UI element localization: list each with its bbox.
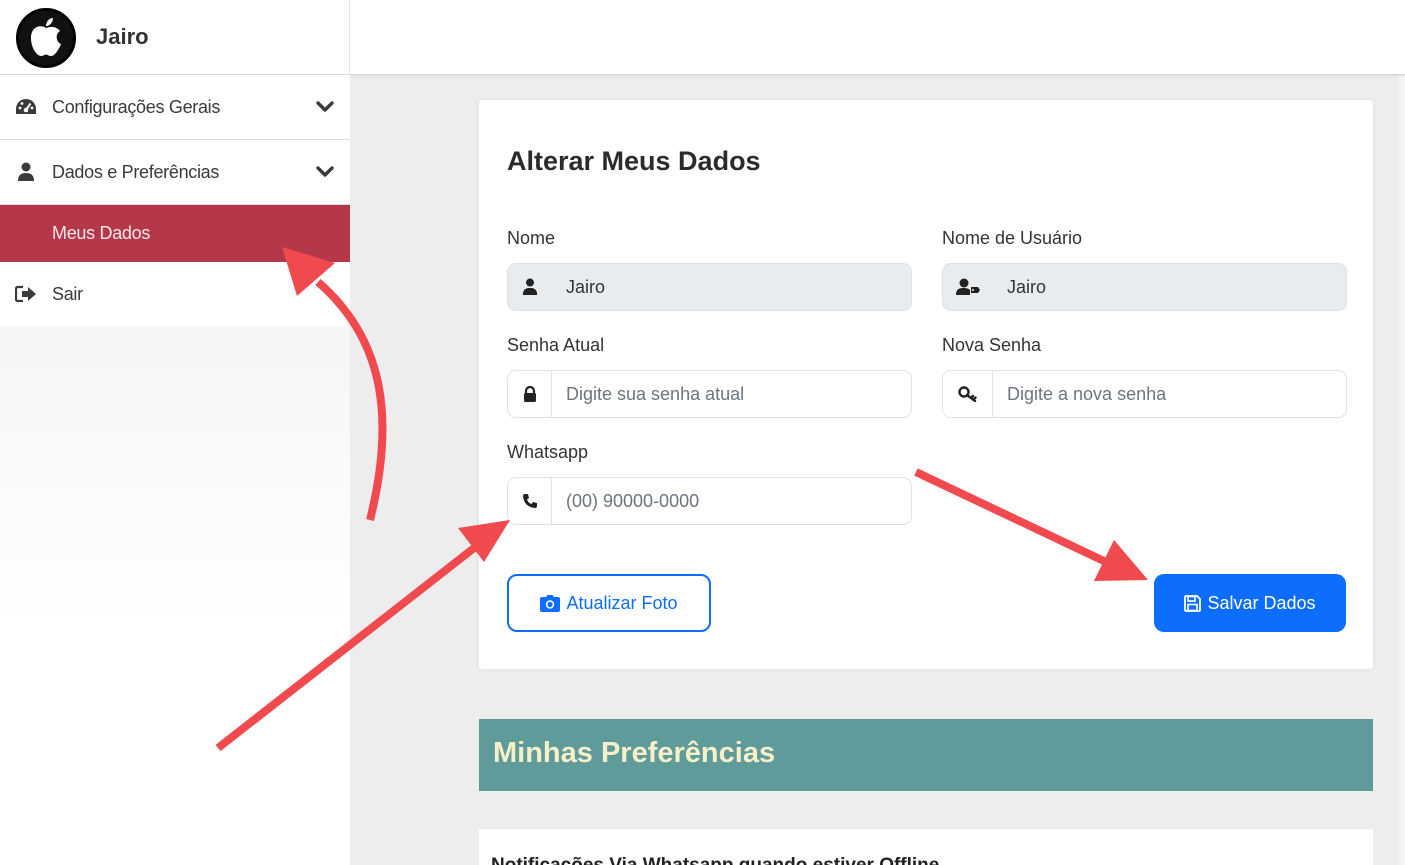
nova-senha-label: Nova Senha: [942, 335, 1042, 355]
preferencia-item-whatsapp-offline: Notificações Via Whatsapp quando estiver…: [491, 855, 939, 865]
scrollbar-track[interactable]: [1398, 76, 1405, 865]
nova-senha-input[interactable]: [993, 371, 1346, 417]
sidebar-item-label: Sair: [52, 283, 83, 304]
user-name: Jairo: [96, 24, 149, 49]
sidebar-item-configuracoes-gerais[interactable]: Configurações Gerais: [0, 75, 350, 140]
card-title: Alterar Meus Dados: [507, 146, 761, 176]
sidebar: Configurações Gerais Dados e Preferência…: [0, 75, 350, 865]
top-bar: Jairo: [0, 0, 1405, 75]
senha-atual-field: [507, 370, 912, 418]
whatsapp-field: [507, 477, 912, 525]
sidebar-item-label: Dados e Preferências: [52, 161, 220, 182]
whatsapp-label: Whatsapp: [507, 442, 589, 462]
sign-out-icon: [14, 284, 38, 304]
preferencias-header: Minhas Preferências: [479, 719, 1373, 791]
camera-icon: [540, 594, 561, 612]
sidebar-item-sair[interactable]: Sair: [0, 262, 350, 326]
phone-icon: [508, 478, 552, 524]
brand-area: Jairo: [0, 0, 350, 75]
senha-atual-input[interactable]: [552, 371, 911, 417]
salvar-dados-label: Salvar Dados: [1207, 592, 1316, 613]
sidebar-item-meus-dados[interactable]: Meus Dados: [0, 205, 350, 262]
atualizar-foto-button[interactable]: Atualizar Foto: [507, 574, 711, 632]
senha-atual-label: Senha Atual: [507, 335, 605, 355]
nome-input[interactable]: [552, 264, 911, 310]
user-icon: [508, 264, 552, 310]
usuario-input[interactable]: [993, 264, 1346, 310]
user-icon: [14, 162, 38, 182]
sidebar-item-dados-preferencias[interactable]: Dados e Preferências: [0, 140, 350, 205]
nome-field: [507, 263, 912, 311]
atualizar-foto-label: Atualizar Foto: [566, 592, 678, 613]
chevron-down-icon: [314, 161, 336, 183]
salvar-dados-button[interactable]: Salvar Dados: [1154, 574, 1346, 632]
chevron-down-icon: [314, 96, 336, 118]
nome-label: Nome: [507, 228, 556, 248]
nova-senha-field: [942, 370, 1347, 418]
alterar-dados-card: Alterar Meus Dados Nome Nome de Usuário …: [479, 100, 1373, 669]
dashboard-gauge-icon: [14, 97, 38, 117]
sidebar-item-label: Meus Dados: [52, 223, 151, 243]
usuario-field: [942, 263, 1347, 311]
save-icon: [1184, 594, 1202, 612]
whatsapp-input[interactable]: [552, 478, 911, 524]
usuario-label: Nome de Usuário: [942, 228, 1083, 248]
user-tag-icon: [943, 264, 993, 310]
preferencias-title: Minhas Preferências: [493, 737, 776, 769]
lock-icon: [508, 371, 552, 417]
apple-logo-icon: [16, 8, 76, 68]
key-icon: [943, 371, 993, 417]
preferencias-card: Notificações Via Whatsapp quando estiver…: [479, 829, 1373, 865]
sidebar-item-label: Configurações Gerais: [52, 96, 221, 117]
